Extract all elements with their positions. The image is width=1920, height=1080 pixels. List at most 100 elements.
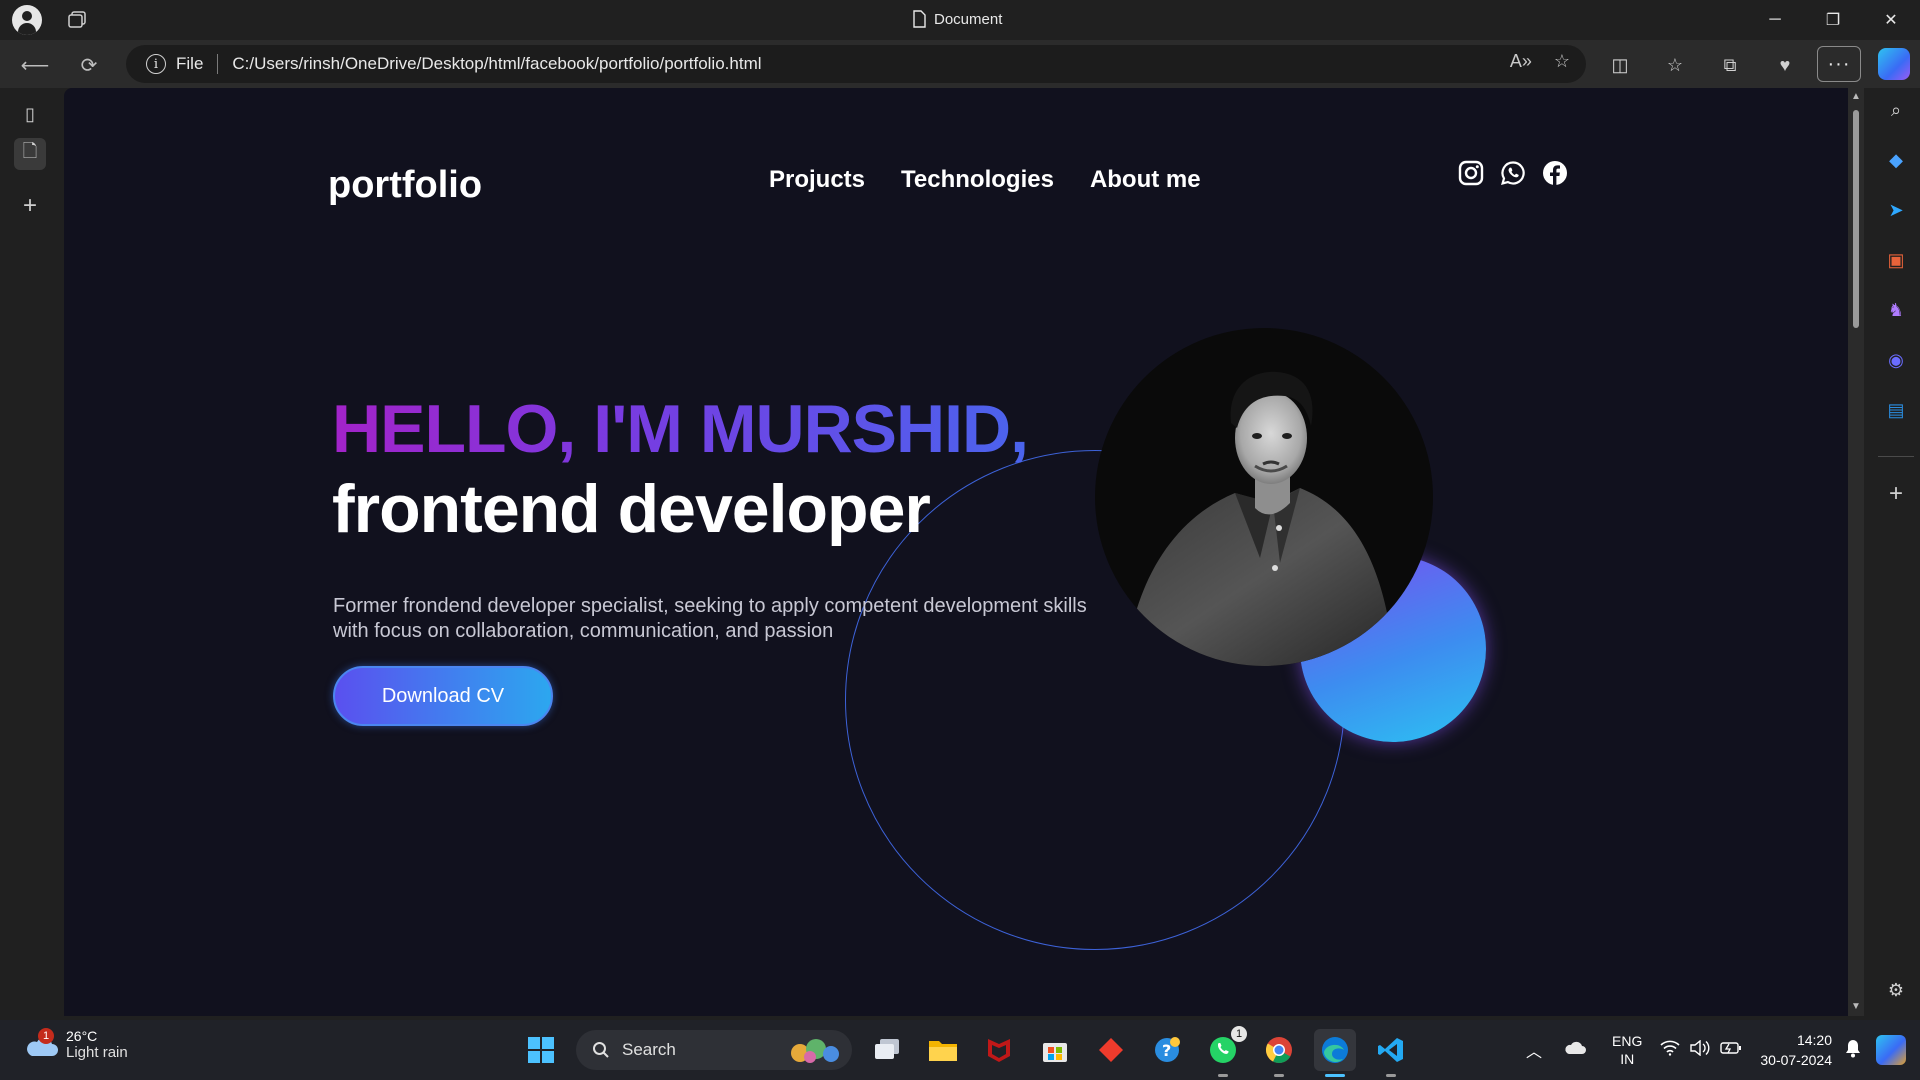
read-aloud-icon[interactable]: A» <box>1510 51 1532 72</box>
search-placeholder: Search <box>622 1040 676 1059</box>
volume-icon[interactable] <box>1690 1039 1710 1061</box>
instagram-icon[interactable] <box>1458 160 1484 186</box>
tab-title: Document <box>912 10 1002 28</box>
add-sidebar-app-icon[interactable]: + <box>1880 478 1912 510</box>
page-scrollbar[interactable]: ▲ ▼ <box>1848 88 1864 1016</box>
search-highlight-icon <box>791 1039 839 1063</box>
close-window-button[interactable]: ✕ <box>1862 0 1920 40</box>
notification-bell-icon[interactable] <box>1844 1038 1862 1063</box>
weather-badge: 1 <box>38 1027 54 1044</box>
weather-cloud-icon: 1 <box>24 1027 58 1060</box>
browser-title-bar: Document ─ ❐ ✕ <box>0 0 1920 40</box>
show-hidden-icons-chevron-icon[interactable]: ︿ <box>1526 1038 1542 1062</box>
search-icon <box>593 1042 609 1058</box>
sidebar-divider <box>1878 456 1914 457</box>
vertical-tabs-rail: ▯ 🗋 + <box>0 88 62 1020</box>
download-cv-button[interactable]: Download CV <box>333 666 553 726</box>
document-icon <box>913 10 926 28</box>
running-indicator <box>1386 1074 1396 1077</box>
copilot-icon[interactable] <box>1878 48 1910 80</box>
telegram-send-icon[interactable]: ➤ <box>1880 194 1912 226</box>
active-indicator <box>1325 1074 1345 1077</box>
new-tab-icon[interactable]: + <box>14 190 46 222</box>
battery-icon[interactable] <box>1720 1041 1742 1060</box>
sidebar-settings-gear-icon[interactable]: ⚙ <box>1880 974 1912 1006</box>
windows-start-icon[interactable] <box>520 1029 562 1071</box>
favorite-star-icon[interactable]: ☆ <box>1554 51 1570 72</box>
wifi-icon[interactable] <box>1660 1040 1680 1061</box>
shopping-tag-icon[interactable]: ◆ <box>1880 144 1912 176</box>
window-controls: ─ ❐ ✕ <box>1746 0 1920 40</box>
site-logo[interactable]: portfolio <box>328 164 482 207</box>
nav-link-projects[interactable]: Projucts <box>769 166 865 194</box>
url-separator <box>217 54 219 74</box>
weather-desc: Light rain <box>66 1044 128 1061</box>
whatsapp-icon[interactable] <box>1500 160 1526 186</box>
web-page-content: portfolio Projucts Technologies About me <box>64 88 1848 1016</box>
collections-icon[interactable]: ⧉ <box>1714 49 1746 81</box>
facebook-icon[interactable] <box>1542 160 1568 186</box>
task-view-icon[interactable] <box>866 1029 908 1071</box>
url-text[interactable]: C:/Users/rinsh/OneDrive/Desktop/html/fac… <box>232 54 761 74</box>
tab-actions-icon[interactable]: ▯ <box>14 98 46 130</box>
scroll-up-arrow-icon[interactable]: ▲ <box>1850 91 1862 103</box>
file-explorer-icon[interactable] <box>922 1029 964 1071</box>
mcafee-icon[interactable] <box>978 1029 1020 1071</box>
edge-icon[interactable] <box>1314 1029 1356 1077</box>
tab-document-icon[interactable]: 🗋 <box>14 138 46 170</box>
taskbar-clock[interactable]: 14:20 30-07-2024 <box>1760 1030 1832 1070</box>
url-scheme: File <box>176 54 204 73</box>
whatsapp-badge: 1 <box>1231 1026 1247 1042</box>
scrollbar-thumb[interactable] <box>1853 110 1859 328</box>
onedrive-cloud-icon[interactable] <box>1564 1041 1587 1060</box>
address-bar[interactable]: i File C:/Users/rinsh/OneDrive/Desktop/h… <box>126 45 1586 83</box>
copilot-taskbar-icon[interactable] <box>1876 1035 1906 1065</box>
profile-photo <box>1095 328 1433 666</box>
get-help-icon[interactable]: ? <box>1146 1029 1188 1071</box>
refresh-button[interactable]: ⟳ <box>74 50 104 80</box>
settings-more-button[interactable]: ··· <box>1817 46 1861 82</box>
hero-role: frontend developer <box>332 471 931 547</box>
microsoft-store-icon[interactable] <box>1034 1029 1076 1071</box>
weather-widget[interactable]: 1 26°C Light rain <box>24 1027 128 1061</box>
scroll-down-arrow-icon[interactable]: ▼ <box>1850 1001 1862 1013</box>
address-bar-row: ⟵ ⟳ i File C:/Users/rinsh/OneDrive/Deskt… <box>0 40 1920 88</box>
restore-button[interactable]: ❐ <box>1804 0 1862 40</box>
clock-date: 30-07-2024 <box>1760 1052 1832 1068</box>
tools-briefcase-icon[interactable]: ▣ <box>1880 244 1912 276</box>
microsoft-365-icon[interactable]: ◉ <box>1880 344 1912 376</box>
language-code: ENG <box>1612 1033 1643 1049</box>
main-nav: Projucts Technologies About me <box>769 166 1201 194</box>
svg-text:?: ? <box>1162 1041 1171 1060</box>
social-links <box>1458 160 1568 186</box>
system-tray: ︿ ENG IN 14:20 30-07-2024 <box>1526 1020 1920 1080</box>
chrome-icon[interactable] <box>1258 1029 1300 1077</box>
anydesk-icon[interactable] <box>1090 1029 1132 1071</box>
hero-greeting: HELLO, I'M MURSHID, <box>332 391 1029 467</box>
games-chess-icon[interactable]: ♞ <box>1880 294 1912 326</box>
outlook-icon[interactable]: ▤ <box>1880 394 1912 426</box>
language-indicator[interactable]: ENG IN <box>1612 1032 1642 1068</box>
taskbar-search[interactable]: Search <box>576 1030 852 1070</box>
back-button[interactable]: ⟵ <box>20 50 50 80</box>
search-icon[interactable]: ⌕ <box>1880 94 1912 126</box>
edge-sidebar: ⌕ ◆ ➤ ▣ ♞ ◉ ▤ + ⚙ <box>1872 88 1920 1020</box>
taskbar-apps: Search ? 1 <box>520 1026 1412 1077</box>
minimize-button[interactable]: ─ <box>1746 0 1804 40</box>
split-screen-icon[interactable]: ◫ <box>1604 49 1636 81</box>
nav-link-technologies[interactable]: Technologies <box>901 166 1054 194</box>
vscode-icon[interactable] <box>1370 1029 1412 1077</box>
favorites-icon[interactable]: ☆ <box>1659 49 1691 81</box>
whatsapp-taskbar-icon[interactable]: 1 <box>1202 1026 1247 1077</box>
workspaces-icon[interactable] <box>66 10 88 30</box>
region-code: IN <box>1620 1051 1635 1067</box>
windows-taskbar: 1 26°C Light rain Search ? 1 ︿ ENG IN 14… <box>0 1020 1920 1080</box>
hero-description: Former frondend developer specialist, se… <box>333 595 1087 642</box>
tab-title-text: Document <box>934 10 1003 28</box>
running-indicator <box>1218 1074 1228 1077</box>
clock-time: 14:20 <box>1796 1032 1832 1048</box>
profile-avatar-icon[interactable] <box>12 5 42 35</box>
nav-link-about[interactable]: About me <box>1090 166 1201 194</box>
browser-essentials-icon[interactable]: ♥ <box>1769 49 1801 81</box>
site-info-icon[interactable]: i <box>146 54 166 74</box>
